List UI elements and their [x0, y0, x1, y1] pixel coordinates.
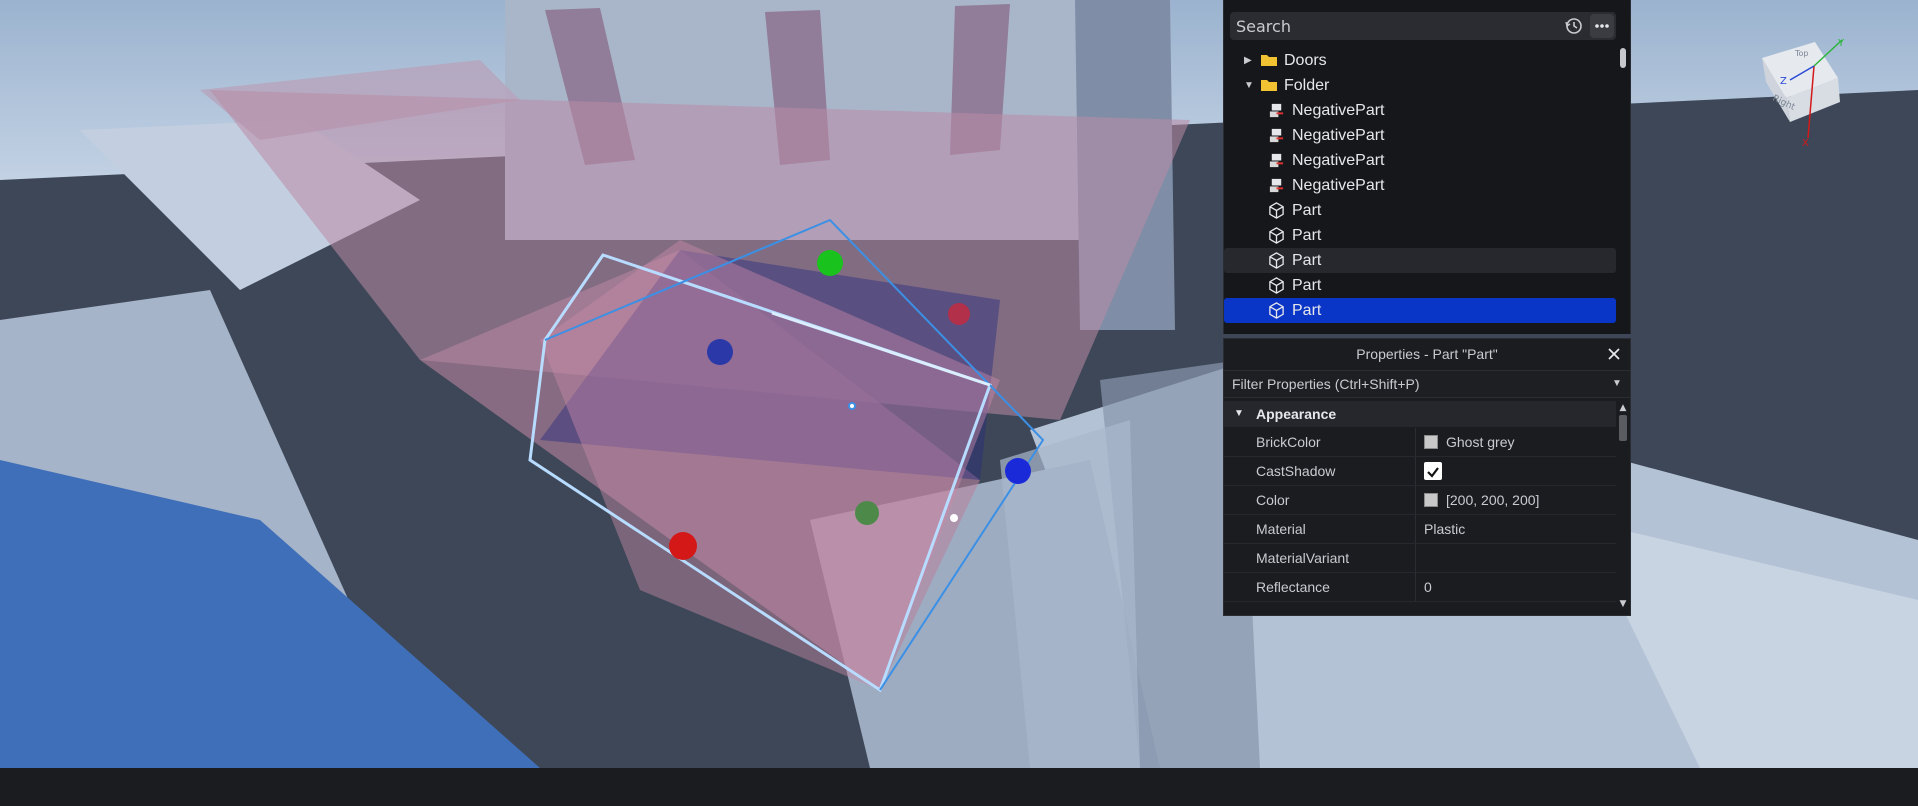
explorer-tree: ▶ Doors ▼ Folder NegativePart NegativePart Neg…: [1224, 48, 1616, 330]
expand-arrow-right-icon[interactable]: ▶: [1244, 48, 1252, 73]
explorer-scrollbar[interactable]: [1620, 48, 1626, 68]
property-name: BrickColor: [1256, 434, 1321, 450]
tree-item-label: Doors: [1284, 52, 1327, 69]
scroll-thumb[interactable]: [1619, 415, 1627, 441]
explorer-search-input[interactable]: [1230, 12, 1560, 40]
tree-item-label: Part: [1292, 202, 1322, 219]
filter-properties-placeholder: Filter Properties (Ctrl+Shift+P): [1232, 376, 1420, 392]
property-value-text: [200, 200, 200]: [1446, 492, 1540, 508]
column-divider: [1415, 428, 1416, 456]
tree-item-label: Part: [1292, 277, 1322, 294]
property-row-brickcolor[interactable]: BrickColor Ghost grey: [1224, 428, 1616, 457]
section-label: Appearance: [1256, 406, 1337, 422]
property-row-material[interactable]: Material Plastic: [1224, 515, 1616, 544]
properties-title: Properties - Part "Part": [1356, 346, 1498, 362]
tree-item-label: NegativePart: [1292, 152, 1385, 169]
property-value[interactable]: 0: [1424, 573, 1432, 601]
column-divider: [1415, 515, 1416, 543]
bottom-bar: [0, 768, 1918, 806]
ellipsis-icon: [1595, 24, 1609, 28]
viewcube-top-label: Top: [1794, 49, 1809, 58]
axis-y-label: Y: [1837, 38, 1845, 49]
property-row-castshadow[interactable]: CastShadow: [1224, 457, 1616, 486]
column-divider: [1415, 573, 1416, 601]
close-icon[interactable]: [1607, 347, 1621, 361]
property-row-color[interactable]: Color [200, 200, 200]: [1224, 486, 1616, 515]
property-name: Reflectance: [1256, 579, 1330, 595]
property-value[interactable]: Ghost grey: [1424, 428, 1514, 456]
tree-item-label: Folder: [1284, 77, 1330, 94]
castshadow-checkbox[interactable]: [1424, 462, 1442, 480]
property-value[interactable]: [200, 200, 200]: [1424, 486, 1539, 514]
column-divider: [1415, 544, 1416, 572]
property-value-text: 0: [1424, 579, 1432, 595]
explorer-panel: ▶ Doors ▼ Folder NegativePart NegativePart Neg…: [1223, 0, 1631, 334]
expand-arrow-down-icon[interactable]: ▼: [1244, 73, 1254, 98]
property-row-reflectance[interactable]: Reflectance 0: [1224, 573, 1616, 602]
property-name: MaterialVariant: [1256, 550, 1350, 566]
more-options-button[interactable]: [1590, 14, 1614, 38]
history-icon[interactable]: [1564, 16, 1584, 36]
properties-panel: Properties - Part "Part" Filter Properti…: [1223, 338, 1631, 616]
color-swatch[interactable]: [1424, 493, 1438, 508]
scroll-up-icon[interactable]: ▲: [1618, 403, 1628, 413]
column-divider: [1415, 457, 1416, 485]
property-row-materialvariant[interactable]: MaterialVariant: [1224, 544, 1616, 573]
tree-item-highlight: [1224, 73, 1616, 98]
tree-item-label: Part: [1292, 302, 1322, 319]
color-swatch[interactable]: [1424, 435, 1438, 450]
tree-item-label: NegativePart: [1292, 127, 1385, 144]
tree-item-label: Part: [1292, 227, 1322, 244]
axis-x-label: X: [1802, 138, 1809, 149]
tree-item-label: Part: [1292, 252, 1322, 269]
property-name: Color: [1256, 492, 1290, 508]
property-name: CastShadow: [1256, 463, 1336, 479]
tree-item-label: NegativePart: [1292, 102, 1385, 119]
property-value[interactable]: Plastic: [1424, 515, 1465, 543]
tree-item-label: NegativePart: [1292, 177, 1385, 194]
scroll-down-icon[interactable]: ▼: [1618, 599, 1628, 609]
property-value-text: Plastic: [1424, 521, 1466, 537]
tree-item-highlight: [1224, 48, 1616, 73]
explorer-search-bar: [1230, 12, 1616, 40]
column-divider: [1415, 486, 1416, 514]
section-appearance[interactable]: ▼ Appearance: [1224, 401, 1616, 427]
checkmark-icon: [1427, 467, 1439, 478]
axis-z-label: Z: [1780, 76, 1787, 87]
filter-properties-input[interactable]: Filter Properties (Ctrl+Shift+P) ▼: [1224, 370, 1630, 398]
chevron-down-icon[interactable]: ▼: [1612, 371, 1622, 397]
property-value-text: Ghost grey: [1446, 434, 1515, 450]
triangle-down-icon: ▼: [1234, 408, 1244, 419]
property-name: Material: [1256, 521, 1306, 537]
properties-scrollbar[interactable]: ▲ ▼: [1616, 401, 1630, 613]
